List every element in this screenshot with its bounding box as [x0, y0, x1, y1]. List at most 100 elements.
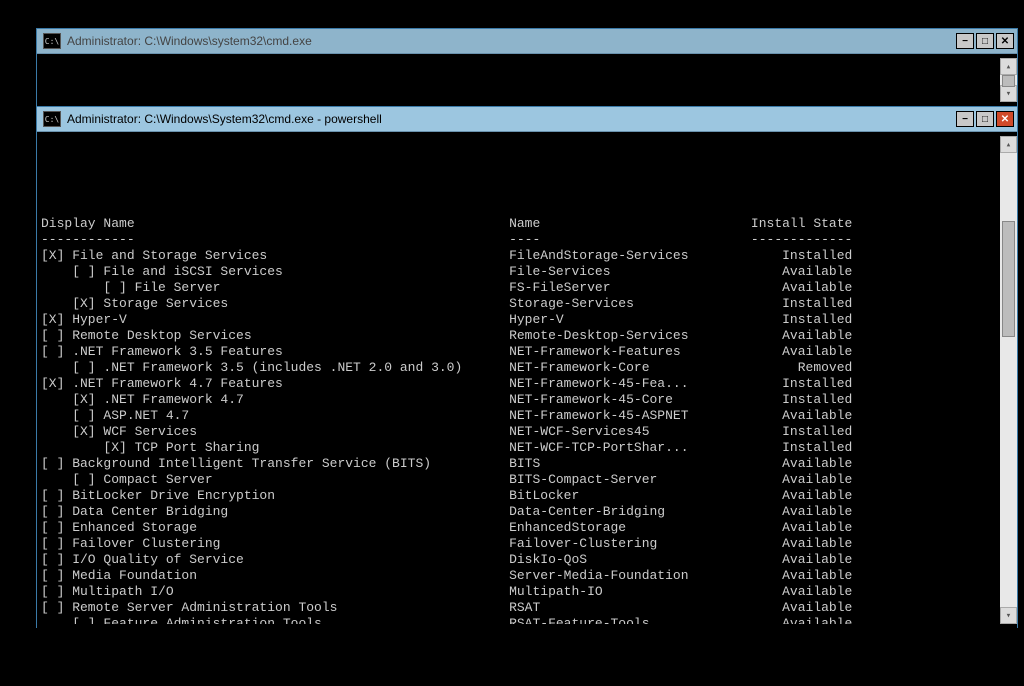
col-name: Multipath-IO	[509, 584, 751, 600]
col-install-state: Available	[751, 472, 852, 488]
table-header: Display Name Name Install State	[41, 216, 1000, 232]
close-button[interactable]: ✕	[996, 111, 1014, 127]
col-display-name: [X] WCF Services	[41, 424, 509, 440]
col-install-state: Available	[751, 456, 852, 472]
col-display-name: [X] Hyper-V	[41, 312, 509, 328]
scrollbar[interactable]: ▴ ▾	[1000, 136, 1017, 624]
col-name: Name	[509, 216, 751, 232]
col-display-name: [ ] Data Center Bridging	[41, 504, 509, 520]
terminal-body[interactable]: Display Name Name Install State---------…	[37, 132, 1017, 628]
scroll-up-icon[interactable]: ▴	[1000, 58, 1017, 75]
scrollbar[interactable]: ▴ ▾	[1000, 58, 1017, 102]
col-install-state: Available	[751, 520, 852, 536]
table-row: [X] Storage Services Storage-Services In…	[41, 296, 1000, 312]
col-install-state: Available	[751, 344, 852, 360]
col-display-name: [X] File and Storage Services	[41, 248, 509, 264]
col-name: BitLocker	[509, 488, 751, 504]
window-title: Administrator: C:\Windows\System32\cmd.e…	[67, 112, 382, 126]
col-install-state: Available	[751, 264, 852, 280]
col-name: NET-WCF-TCP-PortShar...	[509, 440, 751, 456]
col-display-name: [ ] Feature Administration Tools	[41, 616, 509, 624]
col-name: Data-Center-Bridging	[509, 504, 751, 520]
scroll-down-icon[interactable]: ▾	[1000, 607, 1017, 624]
table-row: [X] .NET Framework 4.7 NET-Framework-45-…	[41, 392, 1000, 408]
col-display-name: ------------	[41, 232, 509, 248]
cmd-icon: C:\	[43, 111, 61, 127]
col-display-name: [X] .NET Framework 4.7	[41, 392, 509, 408]
col-install-state: Available	[751, 328, 852, 344]
col-name: ----	[509, 232, 751, 248]
col-name: Failover-Clustering	[509, 536, 751, 552]
col-display-name: [X] Storage Services	[41, 296, 509, 312]
maximize-button[interactable]: □	[976, 111, 994, 127]
col-name: Server-Media-Foundation	[509, 568, 751, 584]
col-display-name: [ ] I/O Quality of Service	[41, 552, 509, 568]
table-row: [ ] Enhanced Storage EnhancedStorage Ava…	[41, 520, 1000, 536]
col-display-name: [ ] BitLocker Drive Encryption	[41, 488, 509, 504]
scroll-track[interactable]	[1000, 153, 1017, 607]
col-display-name: [X] .NET Framework 4.7 Features	[41, 376, 509, 392]
col-name: RSAT-Feature-Tools	[509, 616, 751, 624]
col-install-state: Installed	[751, 424, 852, 440]
col-install-state: Installed	[751, 440, 852, 456]
table-row: [ ] I/O Quality of Service DiskIo-QoS Av…	[41, 552, 1000, 568]
col-name: Storage-Services	[509, 296, 751, 312]
col-display-name: [ ] Failover Clustering	[41, 536, 509, 552]
table-row: [ ] .NET Framework 3.5 Features NET-Fram…	[41, 344, 1000, 360]
table-row: [ ] Remote Server Administration Tools R…	[41, 600, 1000, 616]
col-name: BITS-Compact-Server	[509, 472, 751, 488]
col-display-name: [ ] File and iSCSI Services	[41, 264, 509, 280]
maximize-button[interactable]: □	[976, 33, 994, 49]
titlebar[interactable]: C:\ Administrator: C:\Windows\system32\c…	[37, 29, 1017, 54]
table-row: [ ] .NET Framework 3.5 (includes .NET 2.…	[41, 360, 1000, 376]
col-name: Remote-Desktop-Services	[509, 328, 751, 344]
col-name: File-Services	[509, 264, 751, 280]
col-name: NET-Framework-Core	[509, 360, 751, 376]
col-name: FS-FileServer	[509, 280, 751, 296]
table-row: [ ] Background Intelligent Transfer Serv…	[41, 456, 1000, 472]
col-display-name: [ ] Remote Desktop Services	[41, 328, 509, 344]
col-display-name: [ ] .NET Framework 3.5 (includes .NET 2.…	[41, 360, 509, 376]
scroll-down-icon[interactable]: ▾	[1000, 85, 1017, 102]
col-name: RSAT	[509, 600, 751, 616]
minimize-button[interactable]: −	[956, 111, 974, 127]
col-install-state: Installed	[751, 248, 852, 264]
col-install-state: Available	[751, 488, 852, 504]
col-install-state: Available	[751, 568, 852, 584]
col-name: FileAndStorage-Services	[509, 248, 751, 264]
titlebar[interactable]: C:\ Administrator: C:\Windows\System32\c…	[37, 107, 1017, 132]
scroll-track[interactable]	[1000, 75, 1017, 85]
table-row: [ ] Media Foundation Server-Media-Founda…	[41, 568, 1000, 584]
col-name: NET-Framework-45-Core	[509, 392, 751, 408]
col-install-state: Available	[751, 408, 852, 424]
powershell-window: C:\ Administrator: C:\Windows\System32\c…	[36, 106, 1018, 628]
scroll-thumb[interactable]	[1002, 75, 1015, 87]
col-display-name: [ ] Media Foundation	[41, 568, 509, 584]
table-row: [ ] Feature Administration Tools RSAT-Fe…	[41, 616, 1000, 624]
col-display-name: [ ] Enhanced Storage	[41, 520, 509, 536]
col-display-name: [ ] Compact Server	[41, 472, 509, 488]
col-display-name: [ ] Remote Server Administration Tools	[41, 600, 509, 616]
col-name: NET-Framework-45-ASPNET	[509, 408, 751, 424]
col-display-name: [ ] Background Intelligent Transfer Serv…	[41, 456, 509, 472]
close-button[interactable]: ✕	[996, 33, 1014, 49]
col-name: DiskIo-QoS	[509, 552, 751, 568]
col-install-state: Available	[751, 536, 852, 552]
table-row: [ ] Multipath I/O Multipath-IO Available	[41, 584, 1000, 600]
table-row: [X] TCP Port Sharing NET-WCF-TCP-PortSha…	[41, 440, 1000, 456]
scroll-up-icon[interactable]: ▴	[1000, 136, 1017, 153]
terminal-body[interactable]: C:\Users\Administrator>_ ▴ ▾	[37, 54, 1017, 106]
table-row: [ ] Failover Clustering Failover-Cluster…	[41, 536, 1000, 552]
table-row: [ ] Remote Desktop Services Remote-Deskt…	[41, 328, 1000, 344]
table-row: [X] .NET Framework 4.7 Features NET-Fram…	[41, 376, 1000, 392]
minimize-button[interactable]: −	[956, 33, 974, 49]
col-name: NET-WCF-Services45	[509, 424, 751, 440]
scroll-thumb[interactable]	[1002, 221, 1015, 337]
col-display-name: [X] TCP Port Sharing	[41, 440, 509, 456]
col-install-state: Available	[751, 600, 852, 616]
col-name: EnhancedStorage	[509, 520, 751, 536]
terminal-content: Display Name Name Install State---------…	[41, 136, 1000, 624]
col-install-state: Available	[751, 280, 852, 296]
table-row: [ ] ASP.NET 4.7 NET-Framework-45-ASPNET …	[41, 408, 1000, 424]
cmd-window: C:\ Administrator: C:\Windows\system32\c…	[36, 28, 1018, 106]
